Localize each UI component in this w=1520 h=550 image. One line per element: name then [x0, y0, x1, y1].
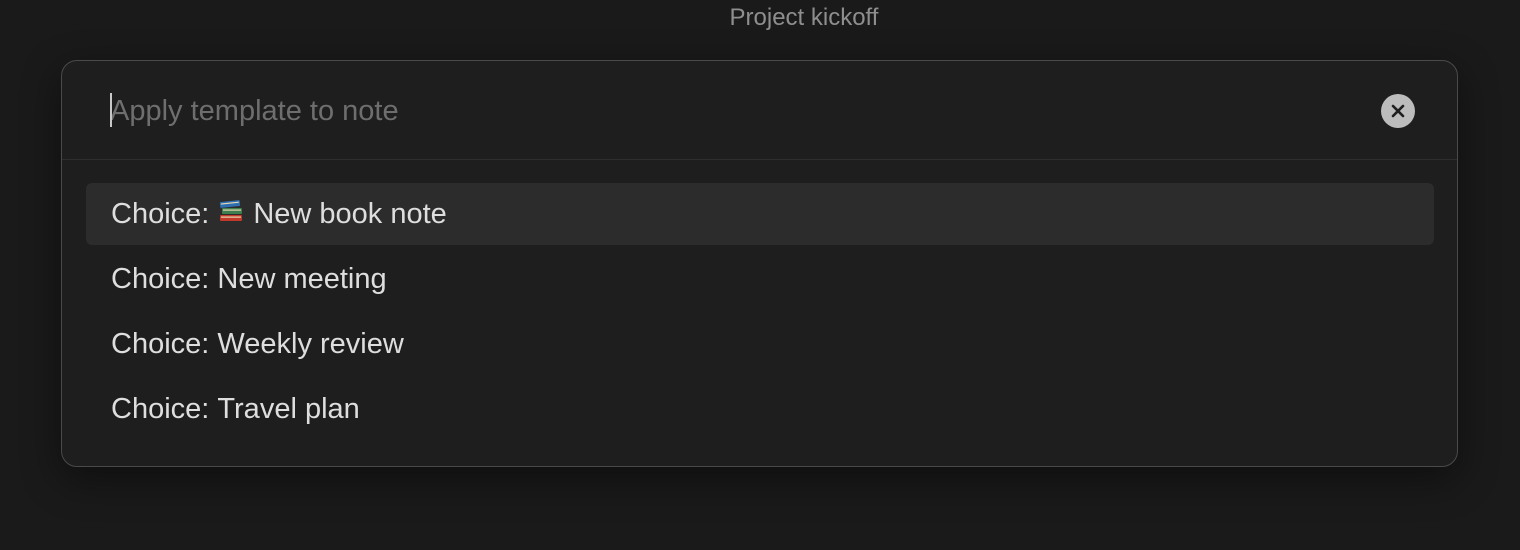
close-circle-icon [1391, 104, 1405, 118]
suggestion-item[interactable]: Choice: Weekly review [86, 313, 1434, 375]
window-title: Project kickoff [729, 4, 879, 31]
suggestion-prefix: Choice: [111, 197, 210, 230]
suggestion-label: Weekly review [217, 327, 404, 360]
suggestion-list: Choice: New book note Choice: New meetin… [86, 183, 1434, 443]
suggestion-item[interactable]: Choice: Travel plan [86, 378, 1434, 440]
suggestion-label: New meeting [217, 262, 387, 295]
text-caret [110, 93, 112, 127]
books-icon [218, 197, 244, 231]
suggestion-item[interactable]: Choice: New book note [86, 183, 1434, 245]
suggestion-label: Travel plan [217, 392, 360, 425]
prompt-input[interactable] [110, 89, 1360, 133]
suggestion-prefix: Choice: [111, 327, 210, 360]
suggestion-prefix: Choice: [111, 262, 210, 295]
suggestion-prefix: Choice: [111, 392, 210, 425]
clear-button[interactable] [1381, 94, 1415, 128]
prompt-input-row [62, 61, 1457, 160]
suggestion-label: New book note [253, 197, 447, 230]
suggestion-item[interactable]: Choice: New meeting [86, 248, 1434, 310]
template-picker-modal: Choice: New book note Choice: New meetin… [61, 60, 1458, 467]
